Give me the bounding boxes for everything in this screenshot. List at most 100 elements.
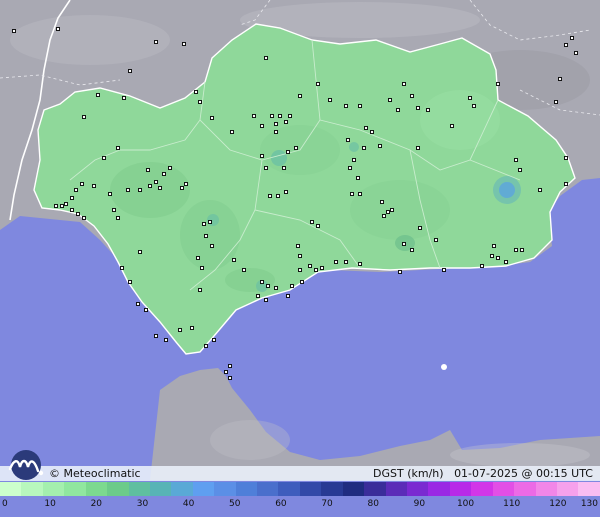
station-marker: [496, 256, 500, 260]
scale-swatch: [535, 482, 557, 496]
alboran-island: [441, 364, 447, 370]
station-marker: [298, 94, 302, 98]
station-marker: [490, 254, 494, 258]
station-marker: [196, 256, 200, 260]
station-marker: [380, 200, 384, 204]
scale-swatch: [257, 482, 279, 496]
station-marker: [538, 188, 542, 192]
station-marker: [154, 40, 158, 44]
station-marker: [242, 268, 246, 272]
station-marker: [514, 158, 518, 162]
station-marker: [286, 150, 290, 154]
station-marker: [146, 168, 150, 172]
station-marker: [228, 376, 232, 380]
station-marker: [300, 280, 304, 284]
station-marker: [194, 90, 198, 94]
station-marker: [518, 168, 522, 172]
station-marker: [316, 82, 320, 86]
color-scale-bar: [0, 482, 600, 496]
scale-swatch: [192, 482, 215, 496]
scale-swatch: [449, 482, 472, 496]
station-marker: [358, 104, 362, 108]
scale-swatch: [235, 482, 258, 496]
station-marker: [162, 172, 166, 176]
station-marker: [352, 158, 356, 162]
station-marker: [294, 146, 298, 150]
station-marker: [396, 108, 400, 112]
station-marker: [128, 69, 132, 73]
station-marker: [158, 186, 162, 190]
scale-tick-label: 30: [136, 499, 149, 509]
scale-swatch: [299, 482, 322, 496]
station-marker: [138, 188, 142, 192]
station-marker: [120, 266, 124, 270]
scale-swatch: [214, 482, 236, 496]
station-marker: [12, 29, 16, 33]
station-marker: [558, 77, 562, 81]
variable-label: DGST (km/h): [373, 467, 444, 480]
station-marker: [178, 328, 182, 332]
station-marker: [122, 96, 126, 100]
station-marker: [564, 156, 568, 160]
station-marker: [138, 250, 142, 254]
station-marker: [180, 186, 184, 190]
station-marker: [116, 146, 120, 150]
station-marker: [480, 264, 484, 268]
scale-tick-label: 40: [182, 499, 195, 509]
meteoclimatic-logo: [8, 450, 44, 480]
station-marker: [92, 184, 96, 188]
station-marker: [210, 244, 214, 248]
scale-tick-label: 110: [503, 499, 521, 509]
scale-swatch: [514, 482, 536, 496]
station-marker: [344, 260, 348, 264]
station-marker: [358, 262, 362, 266]
station-marker: [82, 216, 86, 220]
station-marker: [184, 182, 188, 186]
station-marker: [492, 244, 496, 248]
wind-gust-map: [0, 0, 600, 480]
station-marker: [230, 130, 234, 134]
scale-swatch: [556, 482, 579, 496]
station-marker: [416, 106, 420, 110]
station-marker: [264, 56, 268, 60]
station-marker: [386, 210, 390, 214]
timestamp-label: 01-07-2025 @ 00:15 UTC: [454, 467, 593, 480]
station-marker: [202, 222, 206, 226]
station-marker: [286, 294, 290, 298]
scale-tick-label: 70: [321, 499, 333, 509]
scale-tick-label: 50: [229, 499, 241, 509]
station-marker: [80, 182, 84, 186]
station-marker: [434, 238, 438, 242]
station-marker: [276, 194, 280, 198]
station-marker: [570, 36, 574, 40]
scale-swatch: [321, 482, 343, 496]
scale-swatch: [42, 482, 65, 496]
scale-swatch: [407, 482, 429, 496]
station-marker: [274, 130, 278, 134]
station-marker: [264, 298, 268, 302]
scale-swatch: [128, 482, 150, 496]
station-marker: [348, 166, 352, 170]
station-marker: [128, 280, 132, 284]
station-marker: [76, 212, 80, 216]
station-marker: [282, 166, 286, 170]
station-marker: [228, 364, 232, 368]
station-marker: [496, 82, 500, 86]
station-marker: [274, 286, 278, 290]
scale-swatch: [85, 482, 108, 496]
station-marker: [320, 266, 324, 270]
station-marker: [450, 124, 454, 128]
scale-tick-label: 90: [413, 499, 426, 509]
station-marker: [164, 338, 168, 342]
station-marker: [378, 144, 382, 148]
station-marker: [70, 208, 74, 212]
station-marker: [268, 194, 272, 198]
scale-swatch: [278, 482, 300, 496]
station-marker: [212, 338, 216, 342]
scale-swatch: [385, 482, 408, 496]
scale-swatch: [0, 482, 22, 496]
scale-tick-label: 60: [275, 499, 287, 509]
scale-swatch: [171, 482, 193, 496]
station-marker: [190, 326, 194, 330]
scale-swatch: [492, 482, 515, 496]
